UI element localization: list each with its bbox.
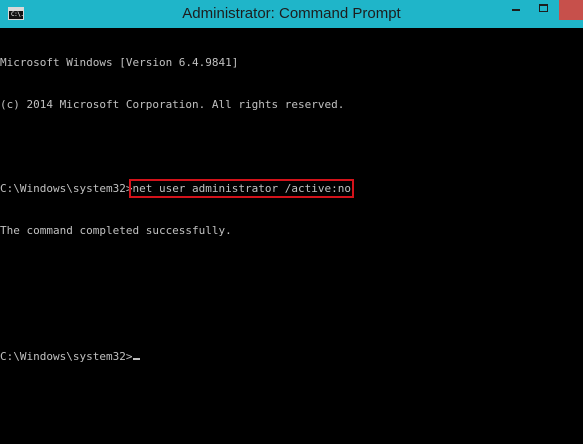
prompt: C:\Windows\system32>: [0, 350, 133, 363]
maximize-button[interactable]: [531, 0, 558, 20]
version-line: Microsoft Windows [Version 6.4.9841]: [0, 56, 239, 69]
copyright-line: (c) 2014 Microsoft Corporation. All righ…: [0, 98, 345, 111]
text-cursor: [133, 358, 141, 360]
close-button[interactable]: [559, 0, 583, 20]
command-result: The command completed successfully.: [0, 224, 232, 237]
current-prompt-line[interactable]: C:\Windows\system32>: [0, 350, 583, 364]
window-title: Administrator: Command Prompt: [182, 5, 401, 22]
highlighted-command: net user administrator /active:no: [129, 179, 354, 198]
minimize-button[interactable]: [502, 0, 530, 20]
command-line: C:\Windows\system32>net user administrat…: [0, 179, 583, 198]
command-prompt-window: C:\. Administrator: Command Prompt Micro…: [0, 0, 583, 444]
prompt: C:\Windows\system32>: [0, 182, 133, 195]
console-output[interactable]: Microsoft Windows [Version 6.4.9841] (c)…: [0, 28, 583, 444]
title-bar[interactable]: C:\. Administrator: Command Prompt: [0, 0, 583, 28]
